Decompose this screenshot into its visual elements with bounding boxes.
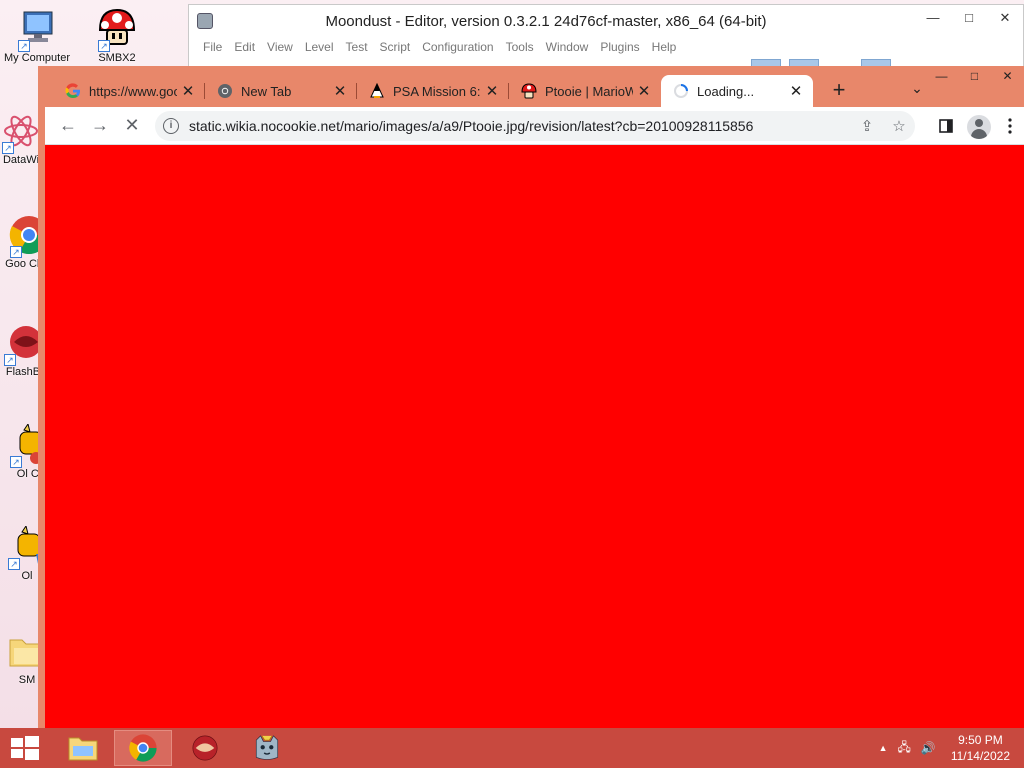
more-menu-icon[interactable] xyxy=(997,114,1023,138)
computer-icon: ↗ xyxy=(16,8,58,52)
moondust-cat-icon xyxy=(255,735,279,760)
taskbar-file-explorer[interactable] xyxy=(54,730,112,766)
address-bar[interactable]: i static.wikia.nocookie.net/mario/images… xyxy=(155,111,915,141)
windows-start-icon[interactable] xyxy=(8,736,40,760)
close-icon[interactable]: ✕ xyxy=(785,82,807,100)
moondust-titlebar[interactable]: Moondust - Editor, version 0.3.2.1 24d76… xyxy=(189,5,1023,37)
minimize-icon[interactable]: — xyxy=(925,66,958,88)
atom-icon: ↗ xyxy=(0,110,42,154)
maximize-icon[interactable]: □ xyxy=(951,5,987,33)
address-url[interactable]: static.wikia.nocookie.net/mario/images/a… xyxy=(189,118,851,134)
forward-arrow-icon[interactable]: → xyxy=(87,114,113,138)
loading-spinner-icon xyxy=(673,83,689,99)
desktop-icon-my-computer[interactable]: ↗ My Computer xyxy=(0,8,74,64)
volume-icon[interactable]: 🔊 xyxy=(921,741,936,755)
desktop-icon-label: SMBX2 xyxy=(98,52,136,64)
flashback-icon xyxy=(192,735,218,761)
tab-google[interactable]: https://www.goo ✕ xyxy=(53,75,205,107)
menu-test[interactable]: Test xyxy=(340,37,374,57)
desktop-icon-label: My Computer xyxy=(3,52,71,64)
chrome-icon xyxy=(217,83,233,99)
menu-file[interactable]: File xyxy=(197,37,228,57)
tab-title: Ptooie | MarioW xyxy=(545,83,633,99)
clock-date: 11/14/2022 xyxy=(950,749,1010,763)
close-icon[interactable]: ✕ xyxy=(633,82,655,100)
page-viewport[interactable] xyxy=(45,145,1024,728)
tab-ptooie-mariowiki[interactable]: Ptooie | MarioW ✕ xyxy=(509,75,661,107)
menu-configuration[interactable]: Configuration xyxy=(416,37,499,57)
tab-new-tab[interactable]: New Tab ✕ xyxy=(205,75,357,107)
close-icon[interactable]: ✕ xyxy=(177,82,199,100)
close-icon[interactable]: ✕ xyxy=(991,66,1024,88)
moondust-editor-window[interactable]: Moondust - Editor, version 0.3.2.1 24d76… xyxy=(188,4,1024,74)
new-tab-button[interactable]: + xyxy=(825,79,853,103)
menu-plugins[interactable]: Plugins xyxy=(594,37,645,57)
stop-loading-icon[interactable]: ✕ xyxy=(119,114,145,138)
close-icon[interactable]: ✕ xyxy=(987,5,1023,33)
tab-title: New Tab xyxy=(241,83,292,99)
close-icon[interactable]: ✕ xyxy=(329,82,351,100)
system-tray: ▲ 🖧 🔊 9:50 PM 11/14/2022 xyxy=(874,728,1024,768)
back-arrow-icon[interactable]: ← xyxy=(55,114,81,138)
chrome-toolbar: ← → ✕ i static.wikia.nocookie.net/mario/… xyxy=(45,107,1024,145)
desktop-icon-smbx2[interactable]: ↗ SMBX2 xyxy=(80,8,154,64)
tab-strip: https://www.goo ✕ New Tab ✕ PSA Mission … xyxy=(45,66,1024,107)
penguin-icon xyxy=(369,82,385,99)
taskbar: ▲ 🖧 🔊 9:50 PM 11/14/2022 xyxy=(0,728,1024,768)
share-icon[interactable]: ⇪ xyxy=(851,117,883,135)
chrome-window[interactable]: https://www.goo ✕ New Tab ✕ PSA Mission … xyxy=(38,66,1024,728)
tab-title: Loading... xyxy=(697,83,755,99)
minimize-icon[interactable]: — xyxy=(915,5,951,33)
maximize-icon[interactable]: □ xyxy=(958,66,991,88)
site-info-icon[interactable]: i xyxy=(163,118,179,134)
taskbar-flashback[interactable] xyxy=(176,730,234,766)
menu-level[interactable]: Level xyxy=(299,37,340,57)
close-icon[interactable]: ✕ xyxy=(481,82,503,100)
show-hidden-icons-icon[interactable]: ▲ xyxy=(879,743,888,753)
bookmark-star-icon[interactable]: ☆ xyxy=(883,117,915,135)
menu-view[interactable]: View xyxy=(261,37,299,57)
menu-window[interactable]: Window xyxy=(540,37,595,57)
chrome-window-controls: — □ ✕ xyxy=(925,66,1024,88)
folder-icon xyxy=(68,737,98,761)
mushroom-icon xyxy=(521,83,537,99)
network-icon[interactable]: 🖧 xyxy=(897,738,910,759)
tab-loading-active[interactable]: Loading... ✕ xyxy=(661,75,813,107)
clock-time: 9:50 PM xyxy=(958,733,1003,747)
side-panel-icon[interactable] xyxy=(933,114,959,138)
menu-script[interactable]: Script xyxy=(374,37,417,57)
menu-tools[interactable]: Tools xyxy=(500,37,540,57)
moondust-window-controls: — □ ✕ xyxy=(915,5,1023,33)
menu-help[interactable]: Help xyxy=(646,37,683,57)
tab-title: https://www.goo xyxy=(89,83,177,99)
chrome-icon xyxy=(129,734,157,762)
google-icon xyxy=(65,83,81,99)
mushroom-icon: ↗ xyxy=(96,8,138,52)
moondust-menubar: File Edit View Level Test Script Configu… xyxy=(189,37,1023,57)
menu-edit[interactable]: Edit xyxy=(228,37,261,57)
tab-title: PSA Mission 6: C xyxy=(393,83,481,99)
clock[interactable]: 9:50 PM 11/14/2022 xyxy=(951,732,1010,764)
tab-psa-mission[interactable]: PSA Mission 6: C ✕ xyxy=(357,75,509,107)
taskbar-moondust[interactable] xyxy=(238,730,296,766)
moondust-window-title: Moondust - Editor, version 0.3.2.1 24d76… xyxy=(325,13,767,30)
taskbar-chrome[interactable] xyxy=(114,730,172,766)
profile-avatar-icon[interactable] xyxy=(967,115,991,139)
